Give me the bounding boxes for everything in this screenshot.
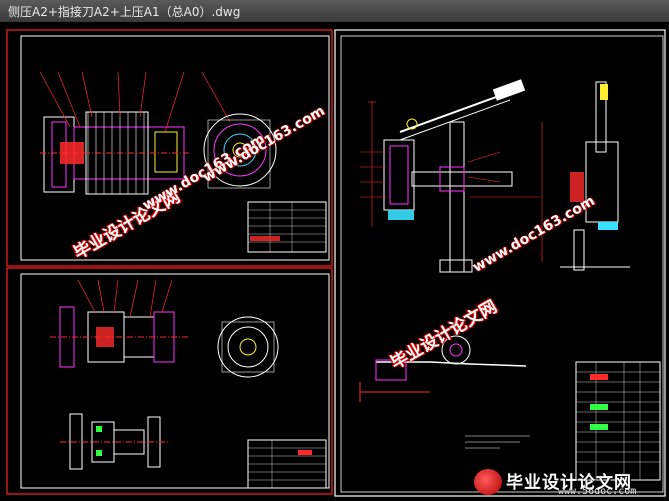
sheet-side-press [6,29,333,267]
drawing-canvas[interactable]: 毕业设计论文网 www.doc163.com 毕业设计论文网 www.doc16… [0,22,669,501]
window-title: 侧压A2+指接刀A2+上压A1（总A0）.dwg [8,5,241,19]
title-bar: 侧压A2+指接刀A2+上压A1（总A0）.dwg [0,0,669,23]
sheet-finger-joint-cutter [6,267,333,495]
site-logo: 毕业设计论文网 www.56doc.com [470,466,666,498]
cad-drawing [6,29,666,497]
logo-mark-icon [474,469,502,495]
logo-url: www.56doc.com [558,486,637,497]
